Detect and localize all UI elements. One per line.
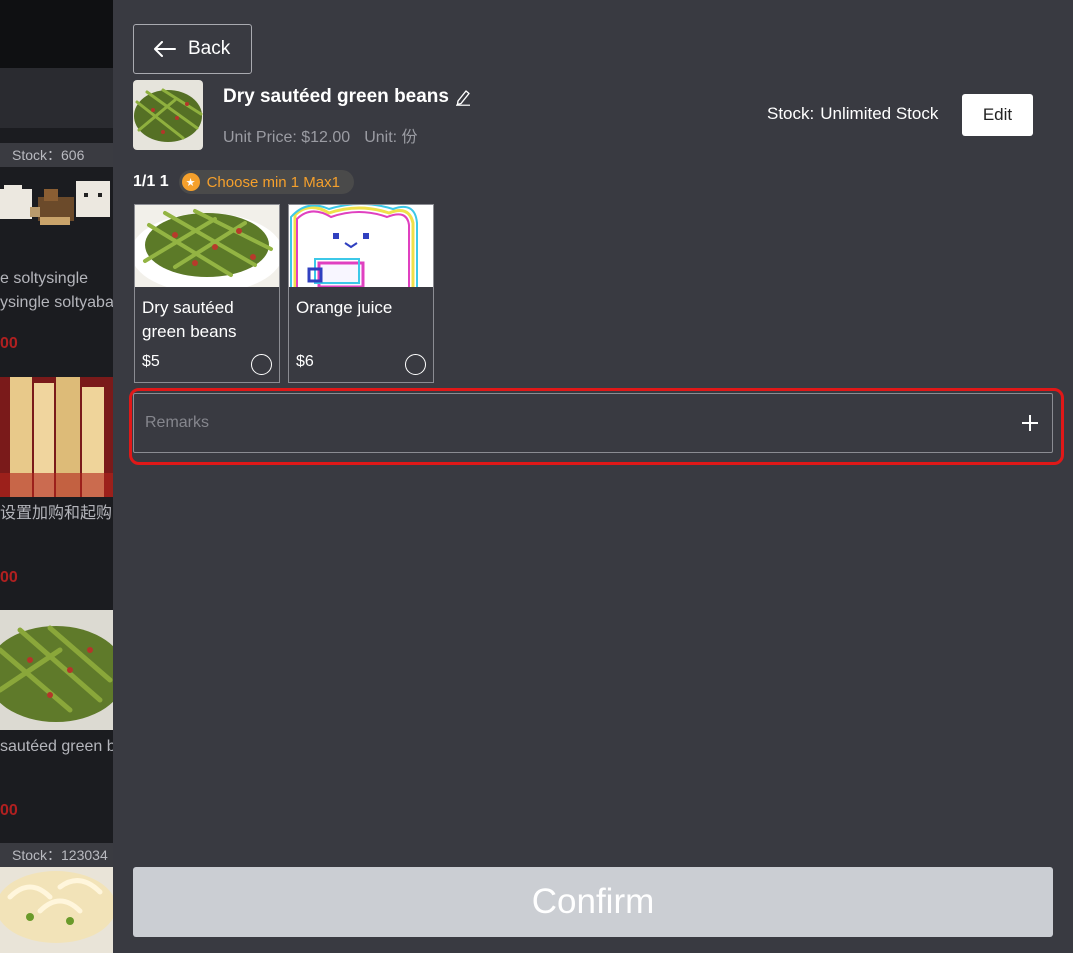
option-card[interactable]: Orange juice $6 (288, 204, 434, 383)
green-beans-image (135, 205, 279, 287)
unit-price: Unit Price: $12.00 (223, 129, 351, 146)
pixel-dogs-image (0, 167, 113, 260)
remarks-field[interactable]: Remarks (133, 393, 1053, 453)
background-category-band (0, 68, 113, 128)
option-name: Dry sautéed green beans (142, 298, 237, 341)
back-button[interactable]: Back (133, 24, 252, 74)
product-title: Dry sautéed green beans (223, 86, 471, 108)
edit-button[interactable]: Edit (962, 94, 1033, 136)
cartoon-cat-image (289, 205, 433, 287)
group-rule-badge: ★ Choose min 1 Max1 (178, 170, 354, 194)
plus-icon[interactable] (1020, 413, 1040, 433)
group-rule-text: Choose min 1 Max1 (206, 173, 340, 191)
back-label: Back (188, 38, 231, 59)
bg-item-image[interactable] (0, 377, 113, 497)
bg-item-image[interactable] (0, 867, 113, 953)
green-beans-image (133, 80, 203, 150)
tofu-skin-image (0, 377, 113, 497)
product-subtitle: Unit Price: $12.00 Unit: 份 (223, 123, 418, 147)
unit: Unit: 份 (364, 129, 418, 146)
bg-item-name: 设置加购和起购 (0, 505, 113, 522)
bg-item-name: sautéed green b (0, 738, 113, 755)
star-icon: ★ (181, 173, 200, 191)
bg-item-price: 00 (0, 802, 18, 819)
bg-item-price: 00 (0, 335, 18, 352)
background-menu: Stock：606 e soltysingle ysingle soltyaba… (0, 0, 113, 953)
bg-item-price: 00 (0, 569, 18, 586)
confirm-button[interactable]: Confirm (133, 867, 1053, 937)
background-topbar (0, 0, 113, 68)
bg-item-image[interactable] (0, 610, 113, 730)
noodle-soup-image (0, 867, 113, 953)
bg-item-stock: Stock：606 (0, 143, 113, 167)
bg-item-image[interactable] (0, 167, 113, 260)
group-count: 1/1 1 (133, 173, 169, 190)
option-price: $6 (296, 353, 314, 370)
product-detail-panel: Back Dry sautéed green beans Unit Price:… (113, 0, 1073, 953)
product-thumbnail (133, 80, 203, 150)
stock-label: Stock: (767, 104, 815, 123)
remarks-placeholder: Remarks (145, 414, 210, 431)
app-root: Stock：606 e soltysingle ysingle soltyaba… (0, 0, 1073, 953)
bg-item-stock: Stock：123034 (0, 843, 113, 867)
bg-item-name: ysingle soltyaba (0, 294, 113, 311)
option-name: Orange juice (296, 298, 393, 317)
option-group-header: 1/1 1 ★ Choose min 1 Max1 (133, 170, 354, 194)
stock-value: Unlimited Stock (820, 104, 939, 123)
option-radio[interactable] (251, 354, 272, 375)
option-radio[interactable] (405, 354, 426, 375)
product-title-text: Dry sautéed green beans (223, 86, 449, 107)
arrow-left-icon (154, 41, 176, 57)
bg-item-name: e soltysingle (0, 270, 89, 287)
option-price: $5 (142, 353, 160, 370)
pencil-icon[interactable] (455, 88, 471, 106)
stock-info: Stock: Unlimited Stock (767, 104, 938, 124)
green-beans-image (0, 610, 113, 730)
option-card[interactable]: Dry sautéed green beans $5 (134, 204, 280, 383)
